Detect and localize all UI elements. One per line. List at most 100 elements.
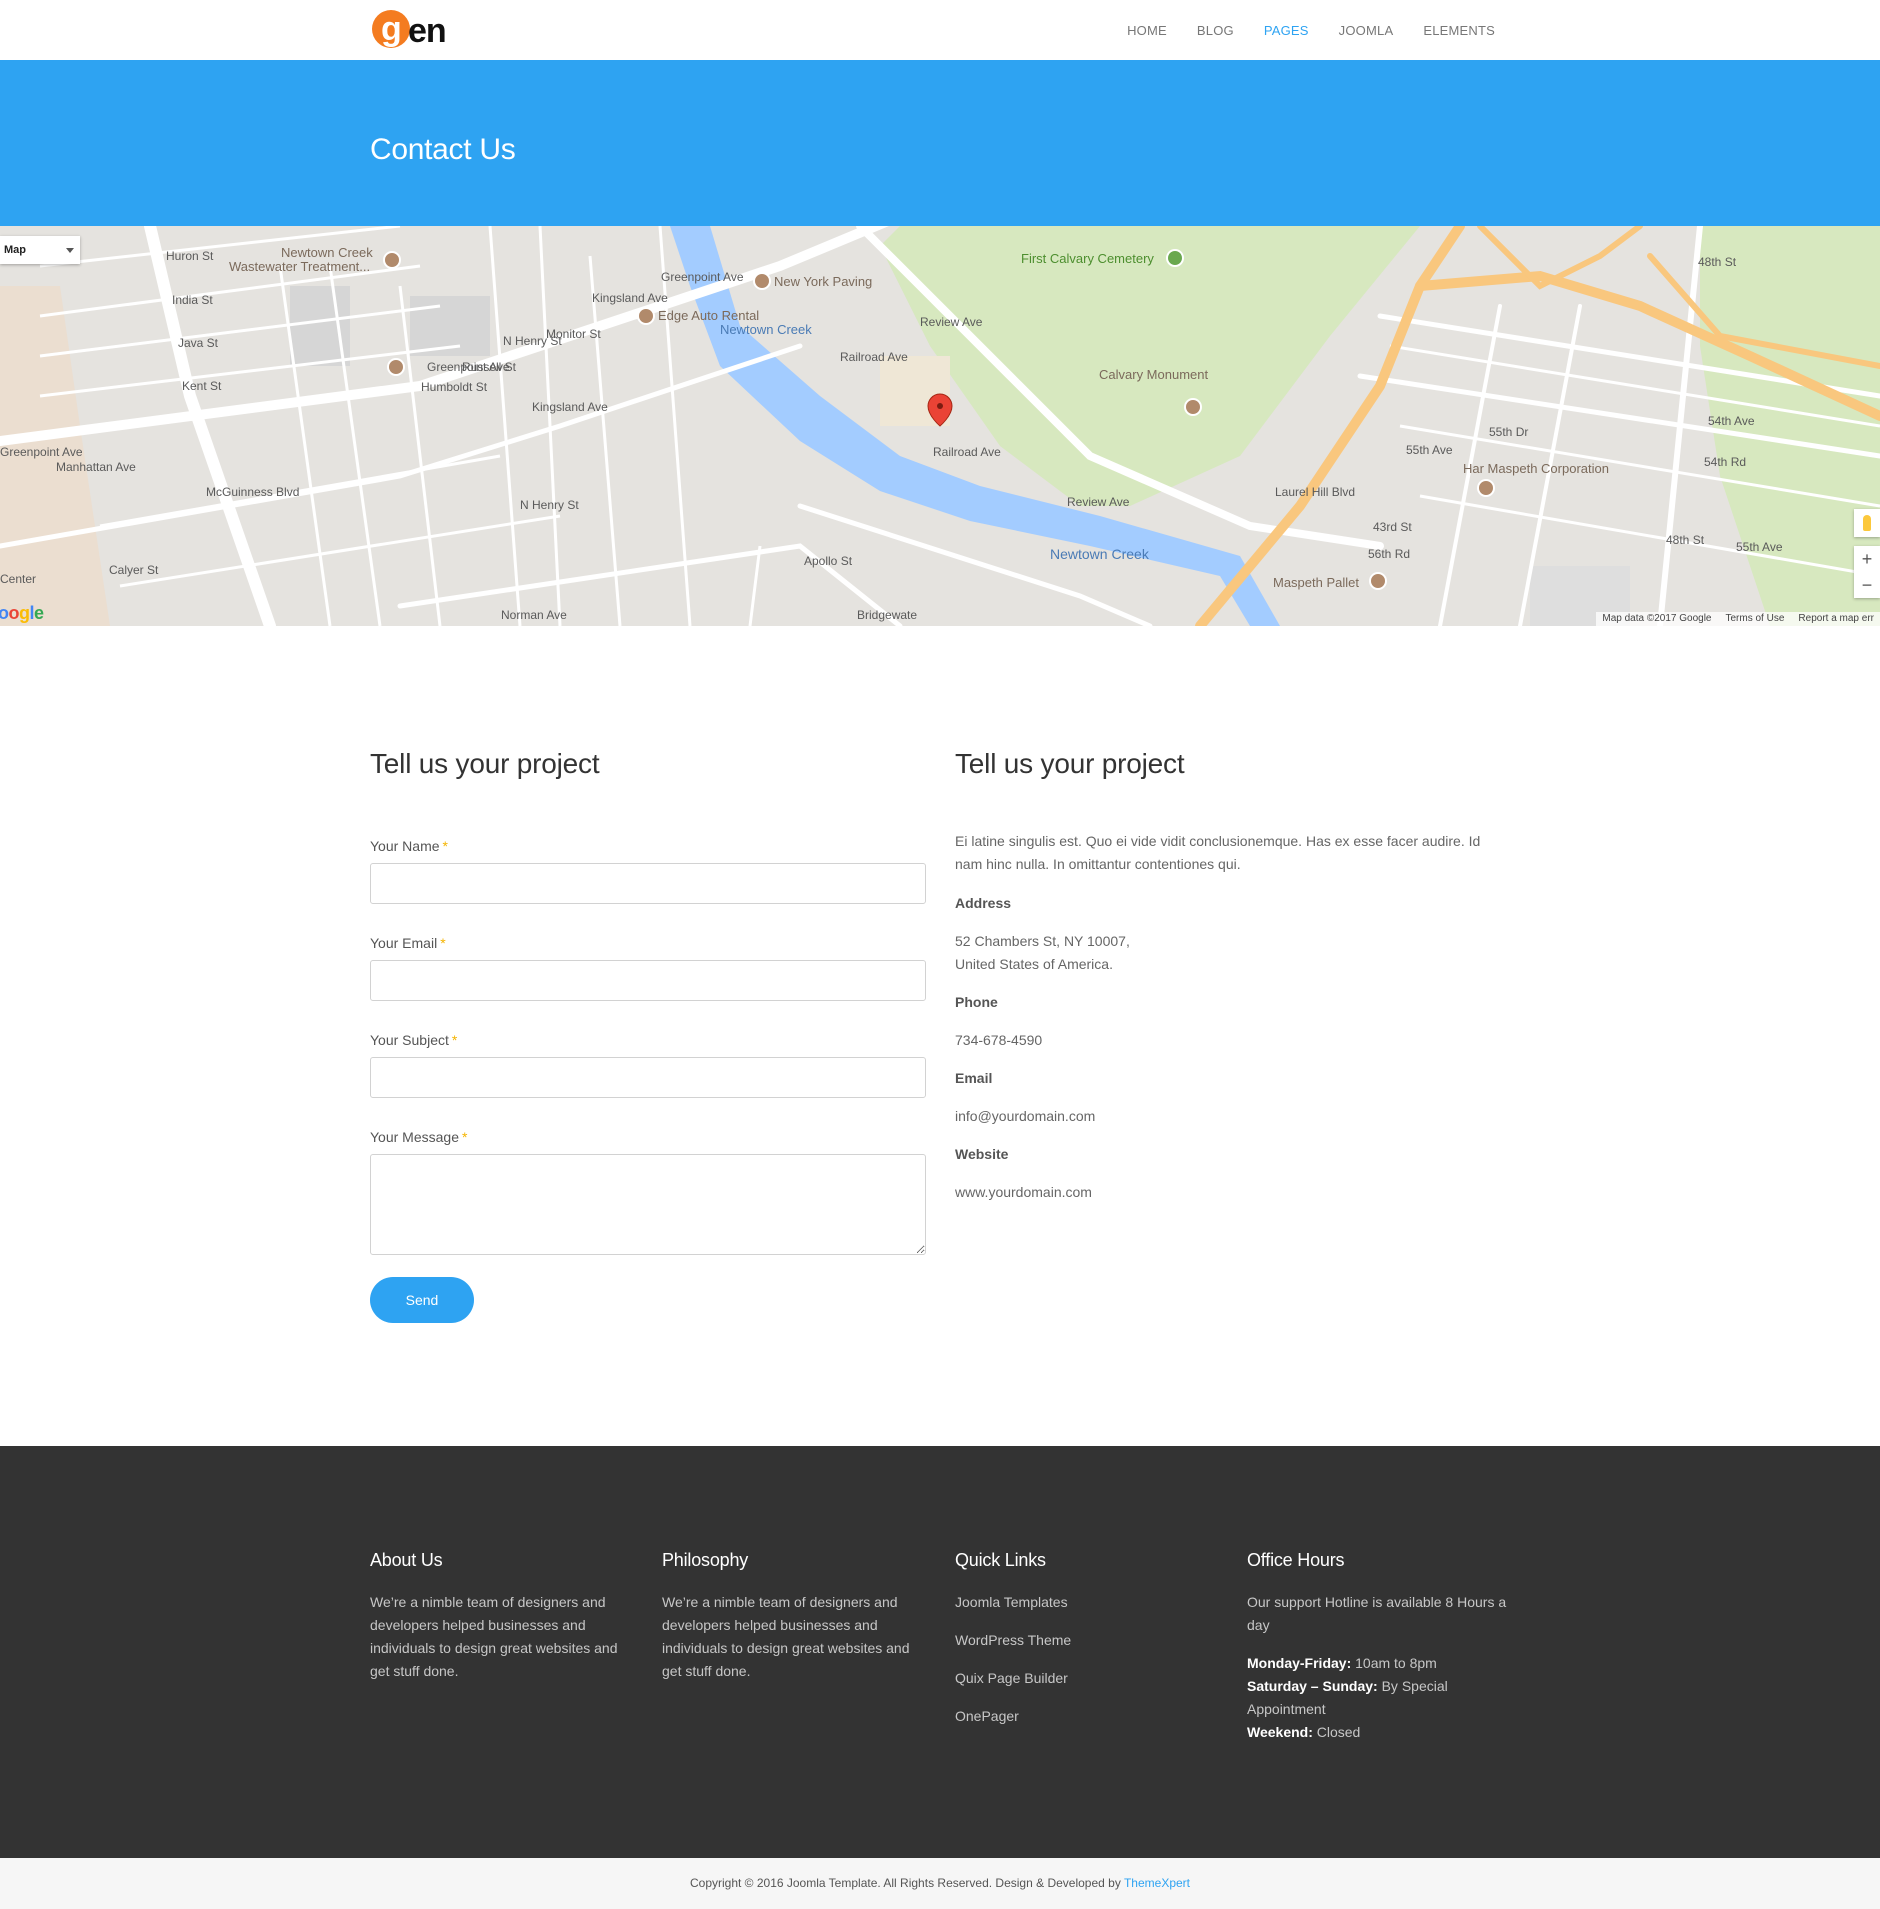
map-type-label: Map [4, 244, 26, 256]
map-label: Railroad Ave [840, 350, 908, 364]
footer-link-wordpress-theme[interactable]: WordPress Theme [955, 1629, 1215, 1652]
street-view-pegman-icon[interactable] [1854, 509, 1880, 537]
email-input[interactable] [370, 960, 926, 1001]
map-label: Java St [178, 336, 219, 350]
nav-blog[interactable]: BLOG [1197, 23, 1234, 38]
page-title: Contact Us [370, 133, 516, 166]
map-label: Huron St [166, 249, 214, 263]
nav-elements[interactable]: ELEMENTS [1423, 23, 1495, 38]
zoom-out-button[interactable]: − [1854, 572, 1880, 598]
send-button[interactable]: Send [370, 1277, 474, 1323]
phone-text: 734-678-4590 [955, 1032, 1043, 1048]
info-intro: Ei latine singulis est. Quo ei vide vidi… [955, 833, 1481, 872]
map-label: Calvary Monument [1099, 367, 1208, 382]
report-map-error-link[interactable]: Report a map err [1798, 613, 1874, 625]
map-label: Calyer St [109, 563, 159, 577]
map-label: Apollo St [804, 554, 853, 568]
map-label: Russell St [462, 360, 517, 374]
address-heading: Address [955, 895, 1012, 911]
map-label: Norman Ave [501, 608, 567, 622]
footer-about-text: We’re a nimble team of designers and dev… [370, 1594, 618, 1679]
map-label: Wastewater Treatment... [229, 259, 370, 274]
map-label: Bridgewate [857, 608, 917, 622]
map-label: Kingsland Ave [592, 291, 668, 305]
map-label: Newtown Creek [281, 245, 373, 260]
map-data-credit: Map data ©2017 Google [1602, 613, 1712, 624]
message-textarea[interactable] [370, 1154, 926, 1255]
name-input[interactable] [370, 863, 926, 904]
map-label: Kent St [182, 379, 222, 393]
website-heading: Website [955, 1146, 1009, 1162]
phone-heading: Phone [955, 994, 998, 1010]
map-label: N Henry St [503, 334, 562, 348]
office-hours-weekend: Weekend: Closed [1247, 1724, 1361, 1740]
footer-philosophy: Philosophy We’re a nimble team of design… [662, 1550, 922, 1683]
copyright-text: Copyright © 2016 Joomla Template. All Ri… [689, 1876, 1121, 1890]
map-label: Newtown Creek [1050, 546, 1150, 562]
map-label: Greenpoint Ave [661, 270, 744, 284]
footer-link-joomla-templates[interactable]: Joomla Templates [955, 1591, 1215, 1614]
site-footer [0, 1446, 1880, 1858]
footer-about: About Us We’re a nimble team of designer… [370, 1550, 630, 1683]
office-hours-saturday: Saturday – Sunday: By Special Appointmen… [1247, 1678, 1448, 1717]
footer-quick-links-title: Quick Links [955, 1550, 1046, 1570]
nav-home[interactable]: HOME [1127, 23, 1167, 38]
map-label: Edge Auto Rental [658, 308, 759, 323]
zoom-in-button[interactable]: + [1854, 546, 1880, 572]
nav-pages[interactable]: PAGES [1264, 23, 1309, 38]
site-logo[interactable]: g en [372, 8, 454, 52]
footer-about-title: About Us [370, 1550, 443, 1570]
nav-joomla[interactable]: JOOMLA [1339, 23, 1394, 38]
map-label: 55th Ave [1406, 443, 1453, 457]
footer-philosophy-text: We’re a nimble team of designers and dev… [662, 1594, 910, 1679]
map-label: 54th Rd [1704, 455, 1746, 469]
info-title: Tell us your project [955, 748, 1185, 779]
themexpert-link[interactable]: ThemeXpert [1124, 1876, 1190, 1890]
address-text: 52 Chambers St, NY 10007, United States … [955, 933, 1130, 972]
map-label: Greenpoint Ave [0, 445, 83, 459]
email-label: Your Email * [370, 935, 446, 951]
form-title: Tell us your project [370, 748, 600, 779]
map-label: Manhattan Ave [56, 460, 136, 474]
map-label: Laurel Hill Blvd [1275, 485, 1355, 499]
map-label: N Henry St [520, 498, 579, 512]
map-label: Review Ave [1067, 495, 1130, 509]
subject-input[interactable] [370, 1057, 926, 1098]
footer-link-quix-page-builder[interactable]: Quix Page Builder [955, 1667, 1215, 1690]
footer-philosophy-title: Philosophy [662, 1550, 749, 1570]
terms-of-use-link[interactable]: Terms of Use [1726, 613, 1785, 625]
map-label: New York Paving [774, 274, 872, 289]
main-nav: HOME BLOG PAGES JOOMLA ELEMENTS [1127, 0, 1495, 60]
chevron-down-icon [66, 248, 74, 253]
map-label: 43rd St [1373, 520, 1412, 534]
map-label: 54th Ave [1708, 414, 1755, 428]
map-label: Kingsland Ave [532, 400, 608, 414]
subject-label: Your Subject * [370, 1032, 458, 1048]
footer-link-onepager[interactable]: OnePager [955, 1705, 1215, 1728]
email-text: info@yourdomain.com [955, 1108, 1096, 1124]
footer-office-hours-text: Our support Hotline is available 8 Hours… [1247, 1594, 1507, 1633]
map-label: Newtown Creek [720, 322, 812, 337]
map-label: Review Ave [920, 315, 983, 329]
zoom-control: + − [1854, 546, 1880, 598]
footer-office-hours: Office Hours Our support Hotline is avai… [1247, 1550, 1507, 1744]
map-type-select[interactable]: Map [0, 236, 80, 264]
logo-letter: g [381, 10, 402, 48]
google-map[interactable]: Newtown Creek Wastewater Treatment... Ne… [0, 226, 1880, 626]
map-label: McGuinness Blvd [206, 485, 299, 499]
map-canvas[interactable]: Newtown Creek Wastewater Treatment... Ne… [0, 226, 1880, 626]
map-label: 55th Dr [1489, 425, 1528, 439]
footer-quick-links: Quick Links Joomla Templates WordPress T… [955, 1550, 1215, 1743]
map-label: India St [172, 293, 213, 307]
map-label: 56th Rd [1368, 547, 1410, 561]
email-heading: Email [955, 1070, 993, 1086]
website-text: www.yourdomain.com [955, 1184, 1092, 1200]
map-label: 48th St [1698, 255, 1737, 269]
page-banner: Contact Us [0, 60, 1880, 226]
map-label: 55th Ave [1736, 540, 1783, 554]
map-attribution: Map data ©2017 Google Terms of Use Repor… [1596, 612, 1880, 626]
google-logo: oogle [0, 603, 44, 623]
map-label: Humboldt St [421, 380, 488, 394]
map-label: Har Maspeth Corporation [1463, 461, 1609, 476]
copyright-bar: Copyright © 2016 Joomla Template. All Ri… [0, 1858, 1880, 1909]
